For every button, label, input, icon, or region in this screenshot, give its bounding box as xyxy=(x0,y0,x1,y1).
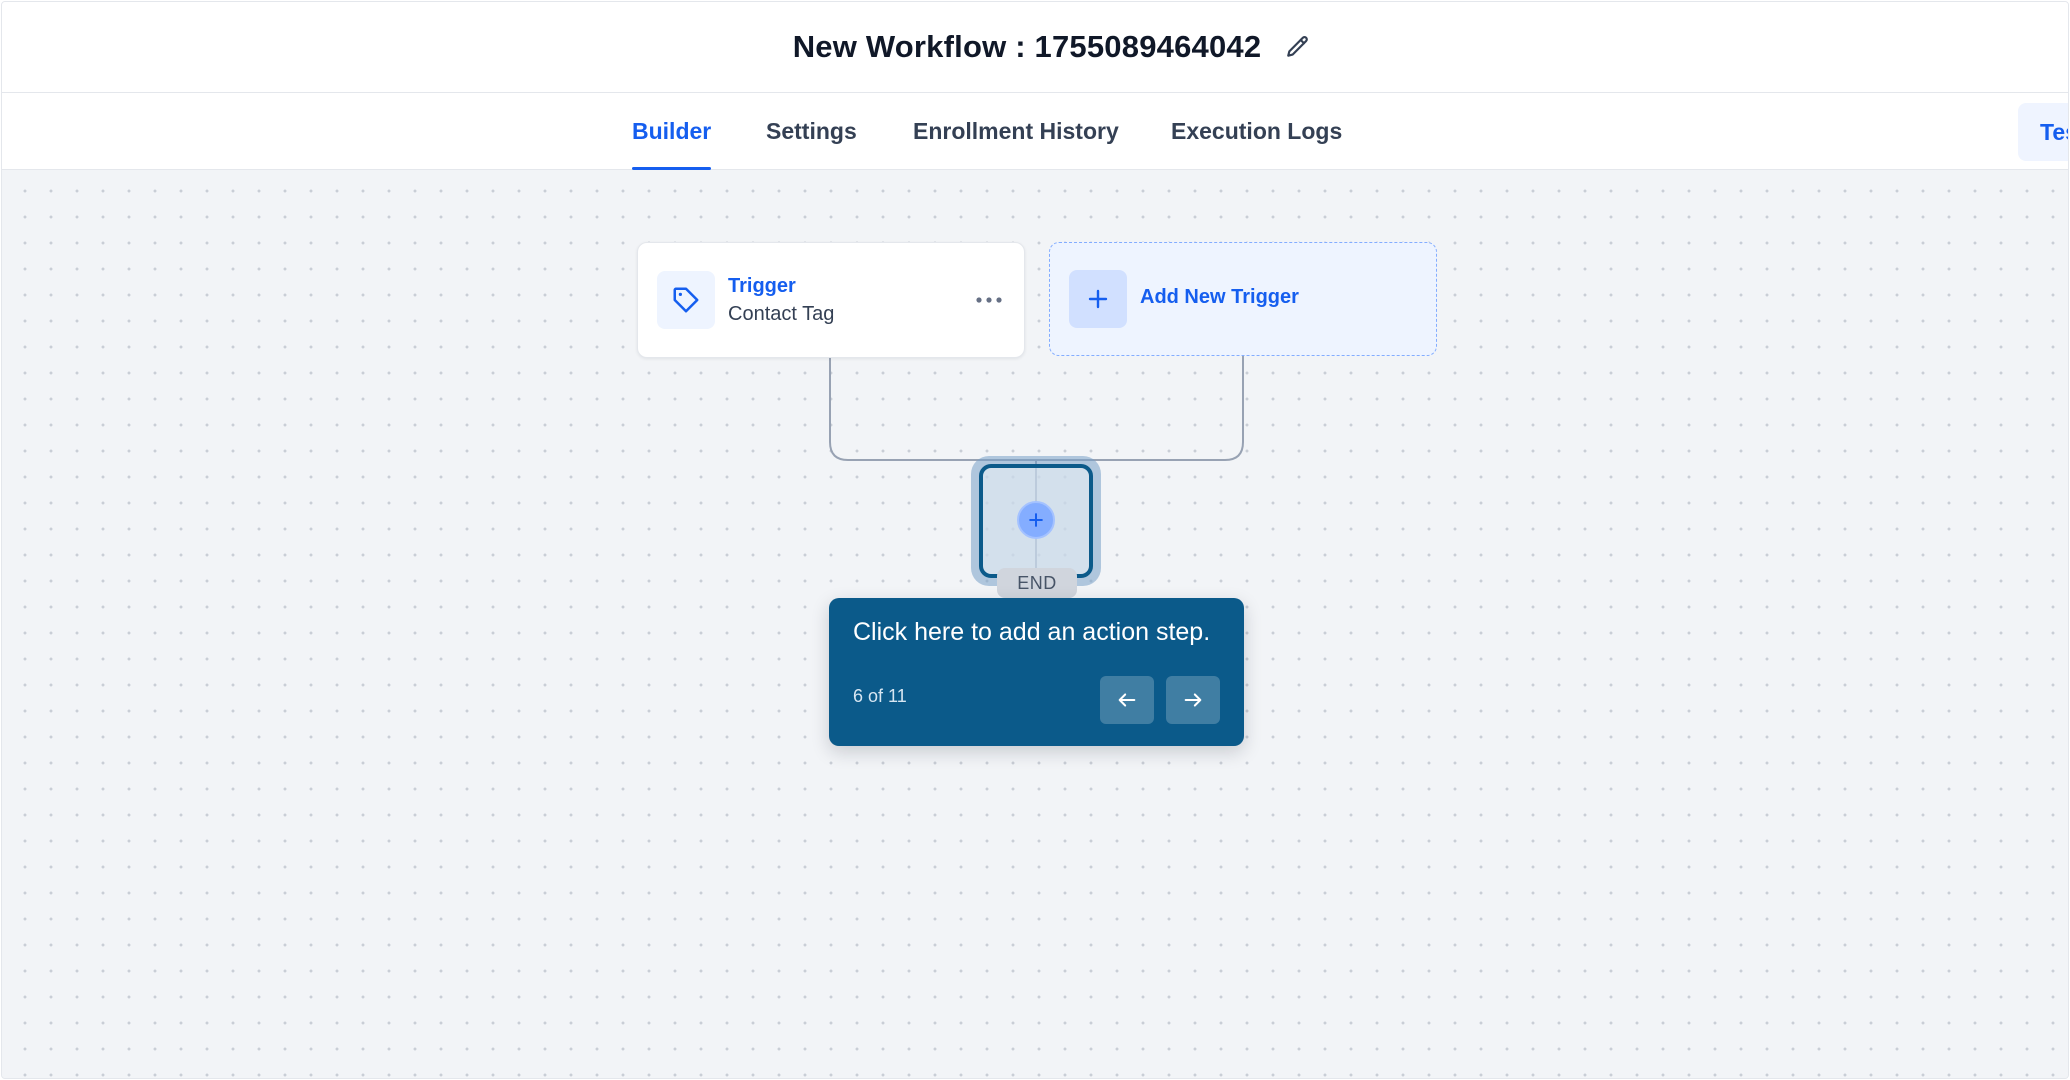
end-node: END xyxy=(997,568,1077,598)
tab-builder[interactable]: Builder xyxy=(632,93,712,170)
trigger-node[interactable]: Trigger Contact Tag xyxy=(637,242,1025,358)
workflow-title: New Workflow : 1755089464042 xyxy=(792,29,1262,64)
tab-settings[interactable]: Settings xyxy=(766,93,857,170)
tab-bar: Builder Settings Enrollment History Exec… xyxy=(2,93,2068,170)
add-new-trigger-label: Add New Trigger xyxy=(1140,286,1299,308)
test-workflow-button[interactable]: Test xyxy=(2018,103,2068,161)
arrow-left-icon xyxy=(1118,693,1136,707)
plus-icon xyxy=(1069,270,1127,328)
trigger-title: Trigger xyxy=(728,275,796,297)
workflow-builder: New Workflow : 1755089464042 Builder Set… xyxy=(1,1,2069,1079)
tour-message: Click here to add an action step. xyxy=(853,618,1211,646)
arrow-right-icon xyxy=(1184,693,1202,707)
tag-icon xyxy=(657,271,715,329)
tour-prev-button[interactable] xyxy=(1100,676,1154,724)
tour-step-counter: 6 of 11 xyxy=(853,686,907,706)
builder-canvas[interactable]: Trigger Contact Tag Add New Trigger END … xyxy=(2,170,2068,1078)
title-bar: New Workflow : 1755089464042 xyxy=(2,2,2068,93)
trigger-type: Contact Tag xyxy=(728,303,835,325)
add-action-button[interactable] xyxy=(1017,501,1055,539)
tour-tooltip: Click here to add an action step. 6 of 1… xyxy=(829,598,1244,746)
more-horizontal-icon[interactable] xyxy=(974,287,1004,313)
tab-enrollment-history[interactable]: Enrollment History xyxy=(913,93,1119,170)
add-new-trigger-button[interactable]: Add New Trigger xyxy=(1049,242,1437,356)
pencil-icon[interactable] xyxy=(1283,32,1313,62)
tab-execution-logs[interactable]: Execution Logs xyxy=(1171,93,1342,170)
tour-next-button[interactable] xyxy=(1166,676,1220,724)
